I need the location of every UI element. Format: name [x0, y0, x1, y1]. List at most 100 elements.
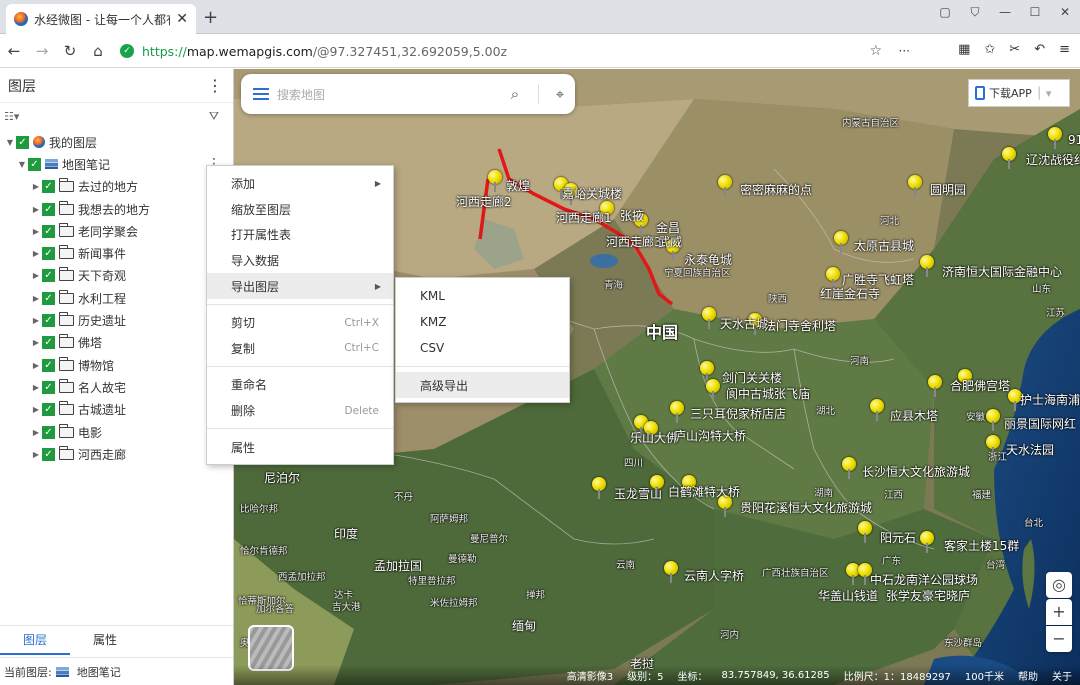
- tree-folder[interactable]: ▶ ✓ 博物馆: [0, 354, 233, 376]
- tree-folder[interactable]: ▶ ✓ 古城遗址: [0, 399, 233, 421]
- map-pin-icon[interactable]: [908, 175, 922, 197]
- url-text[interactable]: https://map.wemapgis.com/@97.327451,32.6…: [142, 44, 507, 59]
- map-pin-icon[interactable]: [670, 401, 684, 423]
- bookmark-star-icon[interactable]: ☆: [869, 43, 882, 59]
- map-pin-icon[interactable]: [842, 457, 856, 479]
- url-field[interactable]: ✓ https://map.wemapgis.com/@97.327451,32…: [120, 38, 910, 64]
- minimize-icon[interactable]: —: [990, 0, 1020, 26]
- expand-arrow-icon[interactable]: ▶: [30, 405, 42, 414]
- apps-grid-icon[interactable]: ▦: [958, 42, 970, 57]
- menu-item-zoom[interactable]: 缩放至图层: [207, 197, 393, 223]
- menu-icon[interactable]: ≡: [1059, 42, 1070, 57]
- checkbox[interactable]: ✓: [42, 358, 55, 372]
- expand-arrow-icon[interactable]: ▶: [30, 338, 42, 347]
- tree-folder[interactable]: ▶ ✓ 老同学聚会: [0, 220, 233, 242]
- menu-item-advanced-export[interactable]: 高级导出: [396, 372, 569, 398]
- map-menu-icon[interactable]: [253, 85, 269, 103]
- menu-item-import[interactable]: 导入数据: [207, 248, 393, 274]
- tree-folder[interactable]: ▶ ✓ 新闻事件: [0, 242, 233, 264]
- expand-arrow-icon[interactable]: ▼: [16, 160, 28, 169]
- map-pin-icon[interactable]: [834, 231, 848, 253]
- checkbox[interactable]: ✓: [16, 135, 29, 149]
- checkbox[interactable]: ✓: [42, 425, 55, 439]
- about-link[interactable]: 关于: [1052, 668, 1072, 683]
- tree-notes[interactable]: ▼ ✓ 地图笔记 ⋮: [0, 153, 233, 175]
- checkbox[interactable]: ✓: [42, 202, 55, 216]
- checkbox[interactable]: ✓: [42, 269, 55, 283]
- expand-arrow-icon[interactable]: ▶: [30, 428, 42, 437]
- menu-item-copy[interactable]: 复制 Ctrl+C: [207, 336, 393, 362]
- map-pin-icon[interactable]: [592, 477, 606, 499]
- menu-item-kmz[interactable]: KMZ: [396, 309, 569, 335]
- download-app-button[interactable]: 下载APP │ ▾: [968, 79, 1070, 107]
- tree-folder[interactable]: ▶ ✓ 河西走廊: [0, 443, 233, 465]
- search-icon[interactable]: ⌕: [498, 85, 532, 103]
- tree-folder[interactable]: ▶ ✓ 水利工程: [0, 287, 233, 309]
- checkbox[interactable]: ✓: [42, 380, 55, 394]
- forward-icon[interactable]: →: [28, 42, 56, 60]
- checkbox[interactable]: ✓: [28, 157, 41, 171]
- map-pin-icon[interactable]: [986, 409, 1000, 431]
- tree-folder[interactable]: ▶ ✓ 我想去的地方: [0, 198, 233, 220]
- shirt-icon[interactable]: ⛉: [960, 0, 990, 26]
- map-pin-icon[interactable]: [488, 170, 502, 192]
- expand-arrow-icon[interactable]: ▶: [30, 294, 42, 303]
- tree-folder[interactable]: ▶ ✓ 去过的地方: [0, 176, 233, 198]
- zoom-in-button[interactable]: +: [1046, 599, 1072, 625]
- scissors-icon[interactable]: ✂: [1009, 42, 1020, 57]
- favorites-icon[interactable]: ✩: [984, 42, 995, 57]
- checkbox[interactable]: ✓: [42, 247, 55, 261]
- map-pin-icon[interactable]: [858, 521, 872, 543]
- undo-icon[interactable]: ↶: [1034, 42, 1045, 57]
- map-pin-icon[interactable]: [1002, 147, 1016, 169]
- locate-icon[interactable]: ◎: [1046, 572, 1072, 598]
- location-pin-icon[interactable]: ⌖: [545, 85, 575, 103]
- menu-item-cut[interactable]: 剪切 Ctrl+X: [207, 310, 393, 336]
- expand-arrow-icon[interactable]: ▶: [30, 450, 42, 459]
- help-link[interactable]: 帮助: [1018, 668, 1038, 683]
- map-pin-icon[interactable]: [920, 531, 934, 553]
- checkbox[interactable]: ✓: [42, 314, 55, 328]
- checkbox[interactable]: ✓: [42, 224, 55, 238]
- zoom-out-button[interactable]: −: [1046, 626, 1072, 652]
- close-window-icon[interactable]: ✕: [1050, 0, 1080, 26]
- tab-properties[interactable]: 属性: [70, 626, 140, 655]
- menu-item-add[interactable]: 添加 ▶: [207, 171, 393, 197]
- checkbox[interactable]: ✓: [42, 180, 55, 194]
- map-pin-icon[interactable]: [706, 379, 720, 401]
- map-pin-icon[interactable]: [870, 399, 884, 421]
- menu-item-open-props[interactable]: 打开属性表: [207, 222, 393, 248]
- page-actions-icon[interactable]: ···: [899, 44, 910, 58]
- expand-arrow-icon[interactable]: ▶: [30, 182, 42, 191]
- expand-arrow-icon[interactable]: ▶: [30, 205, 42, 214]
- map-pin-icon[interactable]: [664, 561, 678, 583]
- menu-item-delete[interactable]: 删除 Delete: [207, 398, 393, 424]
- filter-icon[interactable]: ⛛: [209, 109, 219, 124]
- menu-item-csv[interactable]: CSV: [396, 335, 569, 361]
- checkbox[interactable]: ✓: [42, 291, 55, 305]
- list-view-icon[interactable]: ☷▾: [4, 110, 19, 123]
- expand-arrow-icon[interactable]: ▶: [30, 249, 42, 258]
- tree-folder[interactable]: ▶ ✓ 佛塔: [0, 332, 233, 354]
- expand-arrow-icon[interactable]: ▶: [30, 271, 42, 280]
- search-input[interactable]: 搜索地图: [277, 86, 498, 103]
- tab-count-icon[interactable]: ▢: [930, 0, 960, 26]
- map-pin-icon[interactable]: [920, 255, 934, 277]
- tree-folder[interactable]: ▶ ✓ 电影: [0, 421, 233, 443]
- expand-arrow-icon[interactable]: ▶: [30, 227, 42, 236]
- menu-item-props[interactable]: 属性: [207, 434, 393, 460]
- expand-arrow-icon[interactable]: ▼: [4, 138, 16, 147]
- new-tab-button[interactable]: +: [203, 7, 218, 28]
- browser-tab[interactable]: 水经微图 - 让每一个人都有自 ✕: [6, 4, 196, 34]
- checkbox[interactable]: ✓: [42, 403, 55, 417]
- map-pin-icon[interactable]: [702, 307, 716, 329]
- expand-arrow-icon[interactable]: ▶: [30, 316, 42, 325]
- tree-folder[interactable]: ▶ ✓ 历史遗址: [0, 309, 233, 331]
- menu-item-rename[interactable]: 重命名: [207, 372, 393, 398]
- back-icon[interactable]: ←: [0, 42, 28, 60]
- panel-more-icon[interactable]: ⋮: [207, 76, 223, 95]
- menu-item-kml[interactable]: KML: [396, 283, 569, 309]
- menu-item-export[interactable]: 导出图层 ▶: [207, 273, 393, 299]
- tree-folder[interactable]: ▶ ✓ 天下奇观: [0, 265, 233, 287]
- maximize-icon[interactable]: ☐: [1020, 0, 1050, 26]
